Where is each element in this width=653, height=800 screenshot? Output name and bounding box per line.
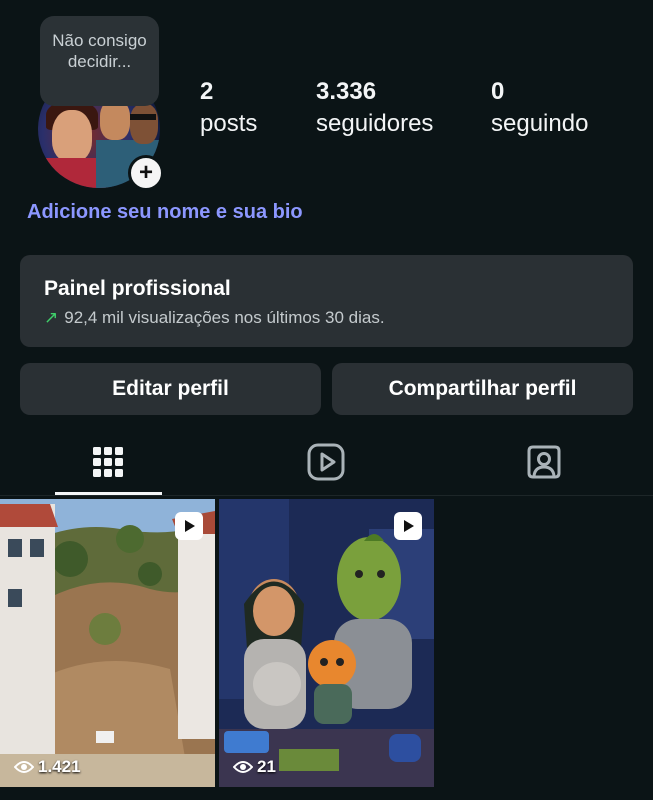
eye-icon [14,761,34,773]
stat-followers[interactable]: 3.336 seguidores [316,76,433,140]
stat-following-label: seguindo [491,110,589,137]
dashboard-title: Painel profissional [44,277,231,300]
post-view-count: 21 [233,757,276,777]
dashboard-views-text: 92,4 mil visualizações nos últimos 30 di… [64,308,385,327]
dashboard-subtitle: ↗ 92,4 mil visualizações nos últimos 30 d… [44,308,385,328]
grid-icon [93,447,123,477]
post-image-hillside [0,499,215,787]
stat-following[interactable]: 0 seguindo [491,76,588,140]
add-story-plus-icon[interactable]: + [128,155,164,191]
tab-tagged[interactable] [436,432,652,492]
post-views-value: 1.421 [38,757,81,776]
stat-followers-label: seguidores [316,110,434,137]
professional-dashboard-card[interactable]: Painel profissional ↗ 92,4 mil visualizaç… [20,255,633,347]
post-thumbnail[interactable]: 21 [219,499,434,787]
reels-icon [307,443,345,481]
tagged-icon [527,445,561,479]
trend-up-icon: ↗ [44,308,59,327]
reel-badge-icon [394,512,422,540]
tab-divider [0,495,653,496]
post-views-value: 21 [257,757,276,776]
share-profile-button[interactable]: Compartilhar perfil [332,363,633,415]
tab-posts-grid[interactable] [0,432,216,492]
profile-note-bubble[interactable]: Não consigo decidir... [40,16,159,106]
edit-profile-button[interactable]: Editar perfil [20,363,321,415]
add-bio-link[interactable]: Adicione seu nome e sua bio [27,201,303,224]
post-view-count: 1.421 [14,757,81,777]
stat-posts-value: 2 [200,78,214,105]
stat-posts[interactable]: 2 posts [200,76,257,140]
note-text: Não consigo decidir... [52,31,147,71]
stat-posts-label: posts [200,110,258,137]
tab-reels[interactable] [218,432,434,492]
eye-icon [233,761,253,773]
post-image-family [219,499,434,787]
stat-following-value: 0 [491,78,505,105]
post-thumbnail[interactable]: 1.421 [0,499,215,787]
stat-followers-value: 3.336 [316,78,377,105]
reel-badge-icon [175,512,203,540]
